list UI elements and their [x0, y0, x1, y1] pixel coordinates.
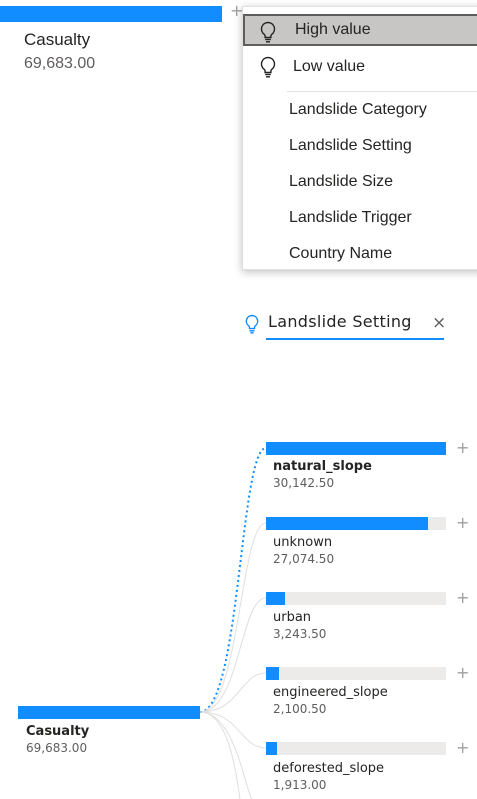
expand-plus-icon[interactable]: +	[456, 440, 469, 456]
connector-more-1	[199, 711, 253, 799]
root-casualty-label: Casualty	[26, 724, 90, 739]
node-label: unknown	[273, 535, 333, 550]
node-value: 3,243.50	[273, 627, 327, 641]
node-label: natural_slope	[273, 459, 372, 474]
bar-fill	[266, 742, 278, 755]
node-label: engineered_slope	[273, 685, 388, 700]
bar-track[interactable]	[266, 742, 446, 755]
node-label: deforested_slope	[273, 761, 385, 776]
connector-unknown	[199, 522, 267, 713]
expand-plus-icon[interactable]: +	[456, 590, 469, 606]
expand-plus-icon[interactable]: +	[456, 665, 469, 681]
node-value: 1,913.00	[273, 778, 327, 792]
bar-track[interactable]	[266, 592, 446, 605]
root-casualty-bar[interactable]	[18, 706, 200, 719]
node-value: 27,074.50	[273, 552, 335, 566]
node-value: 2,100.50	[273, 702, 327, 716]
bar-fill	[266, 517, 428, 530]
bar-track[interactable]	[266, 517, 446, 530]
expand-plus-icon[interactable]: +	[456, 740, 469, 756]
expand-plus-icon[interactable]: +	[456, 515, 469, 531]
bar-fill	[266, 667, 279, 680]
bar-track[interactable]	[266, 442, 446, 455]
root-casualty-value: 69,683.00	[26, 741, 88, 755]
bar-track[interactable]	[266, 667, 446, 680]
bar-fill	[266, 442, 446, 455]
bar-fill	[266, 592, 286, 605]
node-value: 30,142.50	[273, 476, 335, 490]
node-label: urban	[273, 610, 312, 625]
